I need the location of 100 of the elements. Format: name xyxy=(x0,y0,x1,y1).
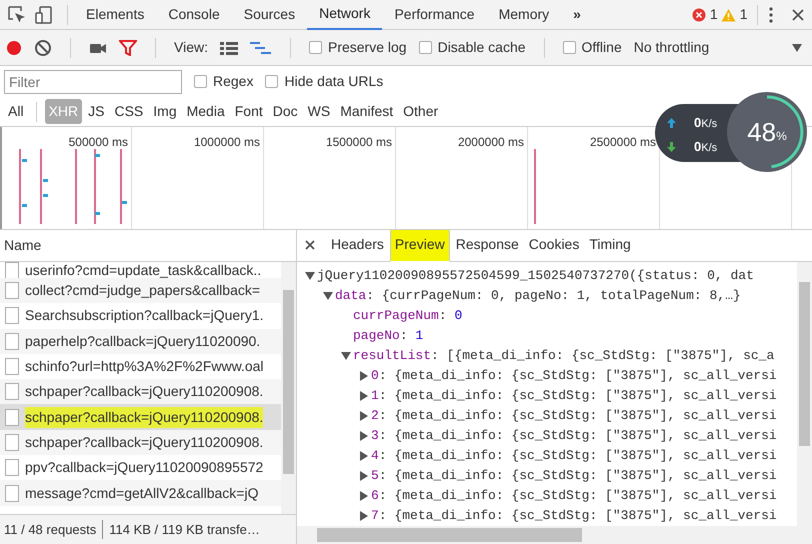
tree-line[interactable]: resultList: [{meta_di_info: {sc_StdStg: ["3875"], sc_a xyxy=(341,346,797,366)
error-icon xyxy=(692,8,706,22)
more-tabs-button[interactable]: » xyxy=(561,0,593,30)
request-row[interactable]: schpaper?callback=jQuery110200908. xyxy=(0,430,281,456)
scrollbar[interactable] xyxy=(797,262,812,526)
view-label: View: xyxy=(174,38,208,57)
speed-reading: 0K/s xyxy=(694,138,718,156)
dropdown-caret-icon[interactable] xyxy=(792,44,802,52)
record-icon[interactable] xyxy=(6,40,22,56)
time-tick-label: 1500000 ms xyxy=(326,135,392,149)
warning-count: 1 xyxy=(740,5,748,24)
checkbox-label: Offline xyxy=(582,38,622,57)
type-filter[interactable]: Doc xyxy=(268,99,302,124)
checkbox[interactable] xyxy=(194,75,207,88)
checkbox-label: Preserve log xyxy=(328,38,407,57)
checkbox[interactable] xyxy=(562,41,576,54)
collapsed-triangle-icon[interactable] xyxy=(359,491,369,501)
tree-line[interactable]: 2: {meta_di_info: {sc_StdStg: ["3875"], sc_all_versi xyxy=(359,406,797,426)
document-icon xyxy=(5,459,19,476)
time-tick-label: 2500000 ms xyxy=(590,135,656,149)
detail-tab[interactable]: Cookies xyxy=(524,230,584,261)
checkbox[interactable] xyxy=(265,75,278,88)
time-tick-label: 500000 ms xyxy=(68,135,128,149)
expanded-triangle-icon[interactable] xyxy=(305,271,315,281)
collapsed-triangle-icon[interactable] xyxy=(359,431,369,441)
detail-tab[interactable]: Timing xyxy=(585,230,635,261)
tree-line[interactable]: data: {currPageNum: 0, pageNo: 1, totalPageNum: 8,…} xyxy=(323,286,797,306)
document-icon xyxy=(5,307,19,324)
transfer-size: 114 KB / 119 KB transfe… xyxy=(102,520,260,540)
document-icon xyxy=(5,383,19,400)
clear-icon[interactable] xyxy=(34,38,52,56)
request-row[interactable]: schpaper?callback=jQuery110200908. xyxy=(0,379,281,404)
collapsed-triangle-icon[interactable] xyxy=(359,411,369,421)
panel-tab[interactable]: Sources xyxy=(232,0,308,30)
detail-tab[interactable]: Preview xyxy=(390,229,450,262)
type-filter[interactable]: Manifest xyxy=(336,99,398,124)
close-icon[interactable] xyxy=(791,8,805,22)
filter-field[interactable]: Filter xyxy=(4,70,182,94)
column-header: Name xyxy=(4,236,42,255)
list-view-icon[interactable] xyxy=(220,40,238,54)
panel-tab[interactable]: Console xyxy=(156,0,232,30)
error-count: 1 xyxy=(710,5,718,24)
expanded-triangle-icon[interactable] xyxy=(323,291,333,301)
type-filter[interactable]: Media xyxy=(182,99,229,124)
type-filter[interactable]: All xyxy=(4,99,28,124)
warning-icon xyxy=(721,8,736,22)
detail-tab[interactable]: Response xyxy=(452,230,523,261)
tree-line[interactable]: 3: {meta_di_info: {sc_StdStg: ["3875"], sc_all_versi xyxy=(359,426,797,446)
scrollbar[interactable] xyxy=(281,262,296,514)
collapsed-triangle-icon[interactable] xyxy=(359,391,369,401)
document-icon xyxy=(5,408,19,426)
down-arrow-icon xyxy=(667,142,676,152)
close-icon[interactable] xyxy=(305,240,315,250)
usage-percent: 48% xyxy=(747,116,787,148)
panel-tab[interactable]: Memory xyxy=(486,0,562,30)
scrollbar[interactable] xyxy=(297,526,812,544)
filter-icon[interactable] xyxy=(119,40,137,56)
more-options-icon[interactable] xyxy=(768,6,774,22)
collapsed-triangle-icon[interactable] xyxy=(359,451,369,461)
time-tick-label: 1000000 ms xyxy=(194,135,260,149)
type-filter[interactable]: CSS xyxy=(110,99,148,124)
checkbox[interactable] xyxy=(418,41,432,54)
type-filter[interactable]: JS xyxy=(84,99,108,124)
tree-line: pageNo: 1 xyxy=(352,327,424,346)
checkbox[interactable] xyxy=(308,41,322,54)
request-row[interactable]: collect?cmd=judge_papers&callback= xyxy=(0,278,281,304)
document-icon xyxy=(5,332,19,350)
collapsed-triangle-icon[interactable] xyxy=(359,471,369,481)
type-filter[interactable]: WS xyxy=(304,99,334,124)
type-filter[interactable]: Img xyxy=(149,99,181,124)
tree-line[interactable]: jQuery11020090895572504599_1502540737270({status: 0, dat xyxy=(305,266,797,286)
collapsed-triangle-icon[interactable] xyxy=(359,371,369,381)
detail-tab[interactable]: Headers xyxy=(327,230,388,261)
request-count: 11 / 48 requests xyxy=(4,520,96,539)
waterfall-view-icon[interactable] xyxy=(250,40,272,54)
speed-reading: 0K/s xyxy=(694,114,718,132)
request-row[interactable]: schpaper?callback=jQuery110200908. xyxy=(0,404,281,430)
checkbox-label: Regex xyxy=(213,72,254,91)
type-filter[interactable]: Other xyxy=(399,99,442,124)
panel-tab[interactable]: Elements xyxy=(74,0,156,30)
tree-line[interactable]: 0: {meta_di_info: {sc_StdStg: ["3875"], sc_all_versi xyxy=(359,366,797,386)
tree-line[interactable]: 4: {meta_di_info: {sc_StdStg: ["3875"], sc_all_versi xyxy=(359,446,797,466)
tree-line[interactable]: 5: {meta_di_info: {sc_StdStg: ["3875"], sc_all_versi xyxy=(359,466,797,486)
document-icon xyxy=(5,484,19,502)
document-icon xyxy=(5,434,19,451)
type-filter[interactable]: Font xyxy=(230,99,267,124)
request-row[interactable]: message?cmd=getAllV2&callback=jQ xyxy=(0,480,281,506)
panel-tab[interactable]: Performance xyxy=(382,0,487,30)
expanded-triangle-icon[interactable] xyxy=(341,351,351,361)
request-row[interactable]: paperhelp?callback=jQuery11020090. xyxy=(0,328,281,354)
tree-line[interactable]: 1: {meta_di_info: {sc_StdStg: ["3875"], sc_all_versi xyxy=(359,386,797,406)
document-icon xyxy=(5,282,19,300)
time-tick-label: 2000000 ms xyxy=(458,135,524,149)
tree-line[interactable]: 7: {meta_di_info: {sc_StdStg: ["3875"], sc_all_versi xyxy=(359,506,797,526)
tree-line[interactable]: 6: {meta_di_info: {sc_StdStg: ["3875"], sc_all_versi xyxy=(359,486,797,506)
collapsed-triangle-icon[interactable] xyxy=(359,511,369,521)
throttling-dropdown[interactable]: No throttling xyxy=(634,37,710,58)
cursor-select-icon[interactable] xyxy=(7,4,27,24)
device-toolbar-icon[interactable] xyxy=(34,4,54,24)
up-arrow-icon xyxy=(667,118,676,128)
